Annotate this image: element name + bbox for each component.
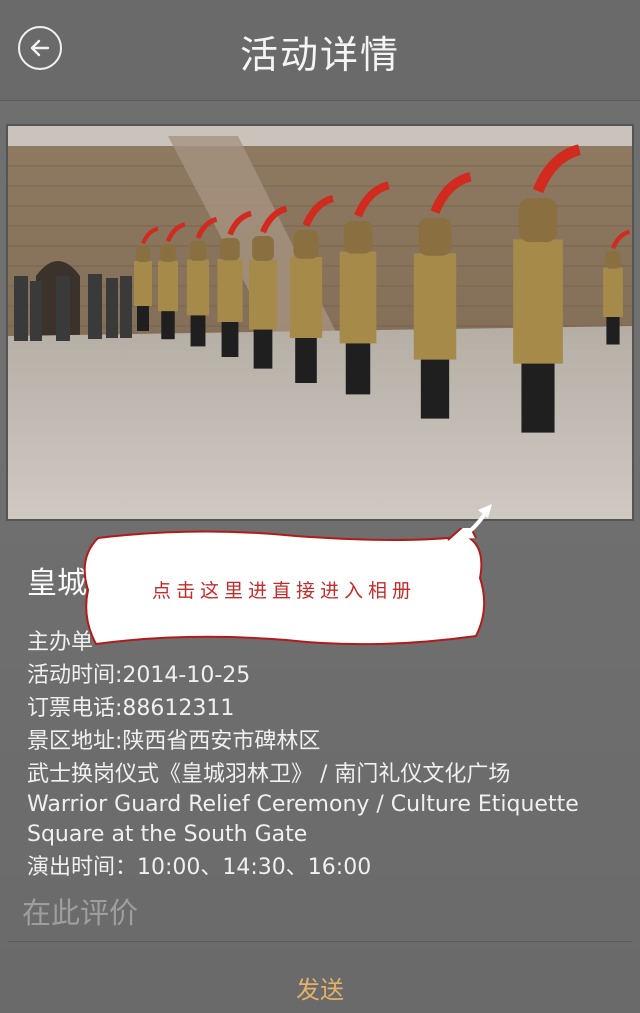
warrior-guard-ceremony-photo [8, 126, 632, 519]
event-description-cn: 武士换岗仪式《皇城羽林卫》 / 南门礼仪文化广场 [27, 762, 511, 787]
showtimes: 演出时间：10:00、14:30、16:00 [27, 855, 372, 880]
album-callout[interactable]: 点击这里进直接进入相册 [76, 504, 492, 652]
event-date: 活动时间:2014-10-25 [27, 663, 251, 688]
event-description-en-1: Warrior Guard Relief Ceremony / Culture … [27, 792, 579, 817]
callout-text: 点击这里进直接进入相册 [151, 580, 416, 602]
comment-input[interactable] [8, 885, 632, 941]
ticket-phone[interactable]: 订票电话:88612311 [27, 692, 627, 725]
header-bar: 活动详情 [0, 0, 640, 101]
pointer-arrow-icon [448, 504, 492, 546]
event-photo[interactable] [6, 124, 634, 521]
event-info: 主办单 活动时间:2014-10-25 订票电话:88612311 景区地址:陕… [27, 626, 627, 884]
comment-box[interactable] [8, 885, 632, 942]
send-button[interactable]: 发送 [0, 970, 640, 1005]
event-description-en-2: Square at the South Gate [27, 822, 308, 847]
venue-address: 景区地址:陕西省西安市碑林区 [27, 729, 321, 754]
page-title: 活动详情 [239, 33, 400, 77]
